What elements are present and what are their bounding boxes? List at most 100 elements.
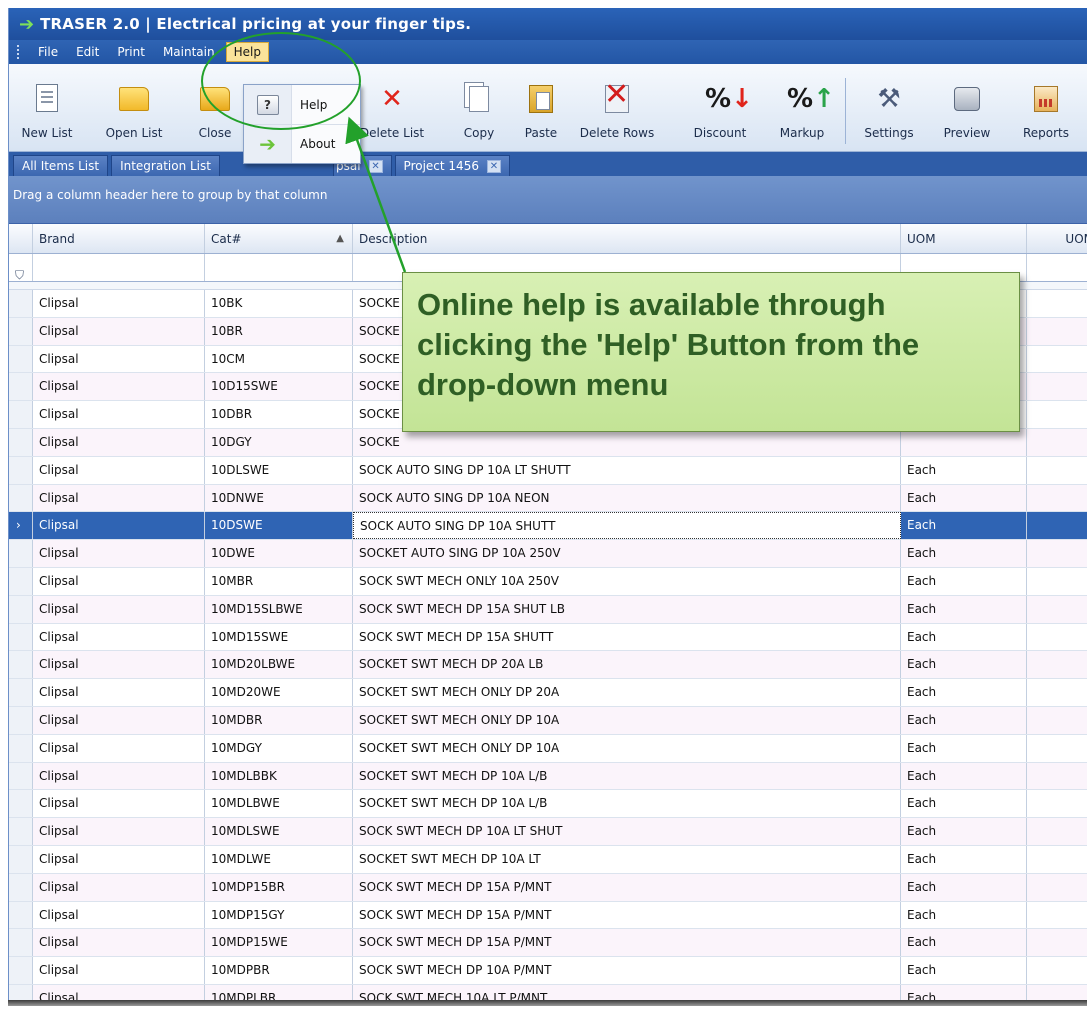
cell-brand[interactable]: Clipsal [33,456,205,484]
table-row[interactable]: Clipsal 10MDGY SOCKET SWT MECH ONLY DP 10A… [9,734,1087,763]
cell-uom[interactable]: Each [901,957,1027,984]
cell-uom-2[interactable] [1027,707,1087,734]
new-list-button[interactable]: New List [9,82,87,146]
cell-uom-2[interactable] [1027,651,1087,678]
cell-brand[interactable]: Clipsal [33,790,205,818]
cell-uom-2[interactable] [1027,318,1087,345]
cell-cat[interactable]: 10MDPLBR [205,984,353,1000]
table-row[interactable]: Clipsal 10DWE SOCKET AUTO SING DP 10A 250V… [9,540,1087,568]
cell-description[interactable]: SOCK SWT MECH DP 15A P/MNT [353,901,901,929]
cell-cat[interactable]: 10DSWE [205,512,353,540]
table-row[interactable]: Clipsal 10DLSWE SOCK AUTO SING DP 10A LT S… [9,456,1087,485]
cell-cat[interactable]: 10MDLBWE [205,790,353,818]
cell-uom-2[interactable] [1027,540,1087,567]
table-row[interactable]: Clipsal 10MDPLBR SOCK SWT MECH 10A LT P/MN… [9,984,1087,1000]
tab-integration-list[interactable]: Integration List [111,155,220,176]
cell-description[interactable]: SOCKET SWT MECH ONLY DP 20A [353,679,901,706]
cell-cat[interactable]: 10CM [205,345,353,373]
cell-cat[interactable]: 10MDP15BR [205,873,353,901]
cell-description[interactable]: SOCK AUTO SING DP 10A NEON [353,484,901,512]
cell-description[interactable]: SOCK AUTO SING DP 10A SHUTT [353,512,901,540]
cell-cat[interactable]: 10DWE [205,540,353,567]
column-header-uom-2[interactable]: UOM [1027,224,1087,253]
cell-brand[interactable]: Clipsal [33,512,205,540]
settings-button[interactable]: ⚒ Settings [849,82,929,146]
cell-uom-2[interactable] [1027,457,1087,484]
row-selector[interactable] [9,679,33,706]
row-selector[interactable] [9,706,33,734]
tab-all-items-list[interactable]: All Items List [13,155,109,176]
row-selector[interactable] [9,290,33,317]
cell-cat[interactable]: 10MD15SWE [205,623,353,651]
cell-brand[interactable]: Clipsal [33,901,205,929]
table-row[interactable]: Clipsal 10MBR SOCK SWT MECH ONLY 10A 250V E… [9,567,1087,596]
cell-brand[interactable]: Clipsal [33,317,205,345]
cell-brand[interactable]: Clipsal [33,734,205,762]
delete-rows-button[interactable]: Delete Rows [577,80,657,146]
cell-description[interactable]: SOCK SWT MECH DP 15A SHUT LB [353,595,901,623]
cell-uom-2[interactable] [1027,568,1087,595]
cell-description[interactable]: SOCKET SWT MECH ONLY DP 10A [353,734,901,762]
cell-description[interactable]: SOCK SWT MECH DP 10A P/MNT [353,957,901,984]
table-row[interactable]: Clipsal 10DNWE SOCK AUTO SING DP 10A NEON E… [9,484,1087,513]
cell-cat[interactable]: 10MDP15WE [205,929,353,957]
cell-uom[interactable] [901,428,1027,456]
row-selector[interactable] [9,484,33,512]
table-row[interactable]: Clipsal 10MD20LBWE SOCKET SWT MECH DP 20A … [9,651,1087,680]
row-selector[interactable] [9,790,33,818]
cell-uom[interactable]: Each [901,984,1027,1000]
row-selector[interactable] [9,651,33,679]
cell-uom-2[interactable] [1027,290,1087,317]
cell-brand[interactable]: Clipsal [33,679,205,706]
column-header-description[interactable]: Description [353,224,901,253]
row-selector[interactable] [9,567,33,595]
cell-uom-2[interactable] [1027,818,1087,845]
table-row[interactable]: Clipsal 10MD15SLBWE SOCK SWT MECH DP 15A S… [9,595,1087,624]
open-list-button[interactable]: Open List [94,82,174,146]
tab-close-icon[interactable]: ✕ [368,159,383,173]
menu-file[interactable]: File [31,43,65,61]
markup-button[interactable]: %↑ Markup [762,82,842,146]
cell-brand[interactable]: Clipsal [33,957,205,984]
cell-uom-2[interactable] [1027,373,1087,400]
cell-uom-2[interactable] [1027,596,1087,623]
cell-brand[interactable]: Clipsal [33,428,205,456]
reports-button[interactable]: Reports [1006,82,1086,146]
table-row[interactable]: Clipsal 10MD20WE SOCKET SWT MECH ONLY DP 2… [9,679,1087,707]
table-row[interactable]: Clipsal 10MDP15WE SOCK SWT MECH DP 15A P/M… [9,929,1087,958]
cell-uom[interactable]: Each [901,762,1027,790]
row-selector[interactable] [9,734,33,762]
cell-cat[interactable]: 10MD20WE [205,679,353,706]
cell-cat[interactable]: 10DGY [205,428,353,456]
row-selector[interactable] [9,957,33,984]
row-selector[interactable] [9,929,33,957]
cell-uom[interactable]: Each [901,790,1027,818]
cell-brand[interactable]: Clipsal [33,401,205,428]
table-row[interactable]: › Clipsal 10DSWE SOCK AUTO SING DP 10A SHUT… [9,512,1087,541]
cell-uom[interactable]: Each [901,512,1027,540]
tab-project-1456[interactable]: Project 1456 ✕ [394,155,510,176]
cell-brand[interactable]: Clipsal [33,345,205,373]
cell-uom[interactable]: Each [901,734,1027,762]
row-selector[interactable]: › [9,512,33,540]
cell-brand[interactable]: Clipsal [33,484,205,512]
column-header-uom[interactable]: UOM [901,224,1027,253]
cell-uom-2[interactable] [1027,512,1087,539]
filter-cell-brand[interactable] [33,254,205,281]
table-row[interactable]: Clipsal 10MDLBBK SOCKET SWT MECH DP 10A L/… [9,762,1087,791]
preview-button[interactable]: Preview [927,82,1007,146]
table-row[interactable]: Clipsal 10MDLWE SOCKET SWT MECH DP 10A LT E… [9,845,1087,874]
cell-brand[interactable]: Clipsal [33,706,205,734]
cell-uom[interactable]: Each [901,929,1027,957]
cell-uom-2[interactable] [1027,929,1087,956]
row-selector[interactable] [9,345,33,373]
cell-uom[interactable]: Each [901,845,1027,873]
cell-uom-2[interactable] [1027,679,1087,706]
row-selector[interactable] [9,428,33,456]
cell-uom-2[interactable] [1027,846,1087,873]
cell-brand[interactable]: Clipsal [33,595,205,623]
cell-description[interactable]: SOCK SWT MECH DP 15A P/MNT [353,929,901,957]
row-selector[interactable] [9,317,33,345]
row-selector[interactable] [9,873,33,901]
table-row[interactable]: Clipsal 10MD15SWE SOCK SWT MECH DP 15A SHU… [9,623,1087,652]
